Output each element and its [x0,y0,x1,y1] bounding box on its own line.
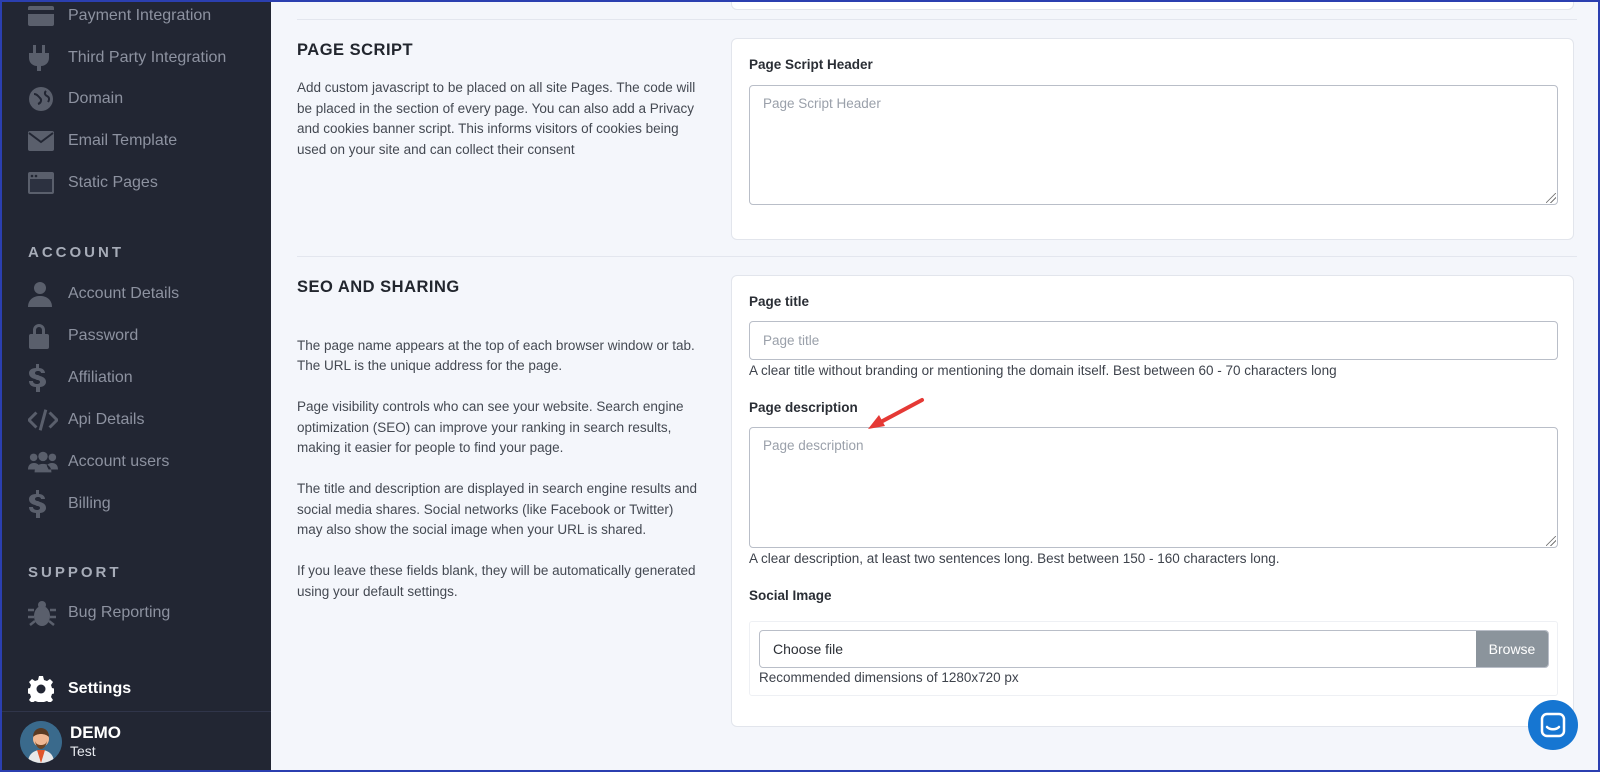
previous-card [731,0,1574,10]
avatar [20,721,62,763]
seo-description-line: If you leave these fields blank, they wi… [297,563,696,599]
sidebar-item-label: Static Pages [68,174,158,191]
seo-description-line: Page visibility controls who can see you… [297,399,684,455]
sidebar-item-label: Account Details [68,285,180,302]
social-image-hint: Recommended dimensions of 1280x720 px [759,670,1019,685]
page-script-card: Page Script Header [731,38,1574,240]
user-name: DEMO [70,723,121,742]
annotation-arrow-icon [868,398,924,429]
sidebar-item-label: Payment Integration [68,7,212,24]
support-section-title: SUPPORT [28,564,122,581]
payment-icon [28,3,58,29]
sidebar: Payment Integration Third Party Integrat… [0,0,271,772]
sidebar-item-domain[interactable]: Domain [28,84,123,114]
sidebar-item-settings[interactable]: Settings [28,674,131,704]
resize-handle[interactable] [1546,536,1556,546]
social-image-label: Social Image [749,588,832,603]
sidebar-item-label: Password [68,327,139,344]
user-icon [28,281,58,307]
sidebar-item-third-party-integration[interactable]: Third Party Integration [28,43,226,73]
page-title-label: Page title [749,294,810,309]
page-script-heading: PAGE SCRIPT [297,41,414,59]
page-script-header-label: Page Script Header [749,57,873,72]
social-image-upload: Choose file Browse Recommended dimension… [749,621,1558,696]
sidebar-item-account-users[interactable]: Account users [28,447,169,477]
sidebar-item-label: Billing [68,495,111,512]
page-description-wrap [749,427,1558,548]
sidebar-item-label: Email Template [68,132,178,149]
main-content: PAGE SCRIPT Add custom javascript to be … [271,0,1600,772]
sidebar-item-label: Domain [68,90,124,107]
sidebar-item-affiliation[interactable]: Affiliation [28,363,133,393]
dollar-icon [28,490,58,518]
page-title-hint: A clear title without branding or mentio… [749,363,1337,378]
choose-file-label[interactable]: Choose file [760,631,1476,667]
resize-handle[interactable] [1546,193,1556,203]
sidebar-item-billing[interactable]: Billing [28,489,111,519]
envelope-icon [28,128,58,154]
sidebar-item-static-pages[interactable]: Static Pages [28,168,158,198]
seo-heading: SEO AND SHARING [297,278,460,296]
sidebar-item-label: Third Party Integration [68,49,227,66]
sidebar-item-label: Account users [68,453,170,470]
lock-icon [28,323,58,349]
seo-description: The page name appears at the top of each… [297,315,702,623]
gear-icon [28,676,58,702]
page-description-hint: A clear description, at least two senten… [749,551,1280,566]
seo-description-line: The page name appears at the top of each… [297,337,695,374]
sidebar-item-email-template[interactable]: Email Template [28,126,177,156]
page-script-header-input[interactable] [749,85,1558,205]
sidebar-item-account-details[interactable]: Account Details [28,279,179,309]
browse-button[interactable]: Browse [1476,631,1548,667]
sidebar-item-label: Settings [68,680,132,697]
sidebar-item-bug-reporting[interactable]: Bug Reporting [28,598,170,628]
window-icon [28,170,58,196]
sidebar-item-api-details[interactable]: Api Details [28,405,144,435]
account-section-title: ACCOUNT [28,244,124,261]
page-script-description: Add custom javascript to be placed on al… [297,80,696,157]
dollar-icon [28,364,58,392]
page-title-input[interactable] [749,321,1558,360]
sidebar-item-label: Api Details [68,411,145,428]
user-subtitle: Test [70,743,96,759]
globe-icon [28,86,58,112]
chat-button[interactable] [1528,700,1578,750]
chat-icon [1540,712,1566,738]
seo-card: Page title A clear title without brandin… [731,275,1574,727]
sidebar-item-label: Affiliation [68,369,133,386]
divider [297,256,1577,257]
page-description-input[interactable] [749,427,1558,548]
users-icon [28,449,58,475]
divider [297,19,1577,20]
plug-icon [28,45,58,71]
page-script-header-wrap [749,85,1558,205]
social-image-file-input[interactable]: Choose file Browse [759,630,1549,668]
user-profile[interactable]: DEMO Test [0,711,271,772]
sidebar-item-label: Bug Reporting [68,604,171,621]
page-description-label: Page description [749,400,858,415]
sidebar-item-password[interactable]: Password [28,321,138,351]
seo-description-line: The title and description are displayed … [297,481,697,537]
bug-icon [28,600,58,626]
code-icon [28,407,58,433]
sidebar-item-payment-integration[interactable]: Payment Integration [28,1,211,31]
